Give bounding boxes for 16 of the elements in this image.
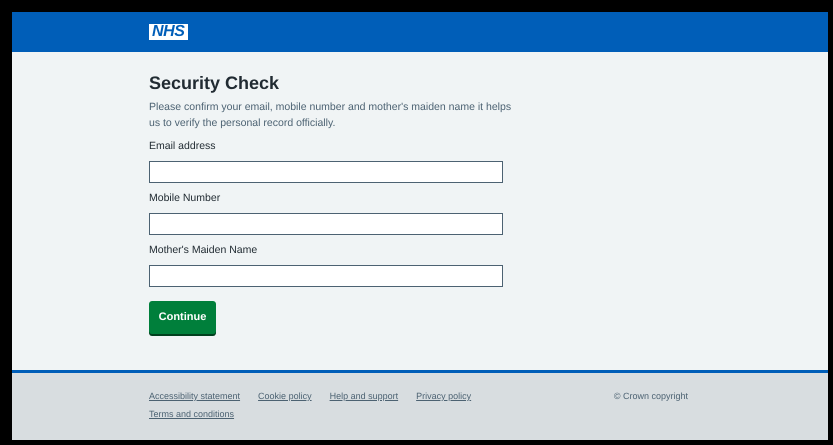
text-field[interactable] bbox=[149, 265, 503, 287]
footer-link[interactable]: Terms and conditions bbox=[149, 408, 234, 420]
text-field[interactable] bbox=[149, 161, 503, 183]
field-label: Email address bbox=[149, 139, 217, 153]
intro-text: Please confirm your email, mobile number and mother's maiden name it helps us to verify the personal record officially. bbox=[149, 100, 512, 131]
footer-link[interactable]: Accessibility statement bbox=[149, 390, 240, 402]
footer-link[interactable]: Cookie policy bbox=[258, 390, 312, 402]
text-field[interactable] bbox=[149, 213, 503, 235]
nhs-logo[interactable]: NHS bbox=[149, 24, 188, 40]
footer-link[interactable]: Privacy policy bbox=[416, 390, 472, 402]
footer-link[interactable]: Help and support bbox=[330, 390, 398, 402]
copyright-text: © Crown copyright bbox=[614, 390, 688, 403]
field-label: Mobile Number bbox=[149, 191, 222, 205]
field-label: Mother's Maiden Name bbox=[149, 243, 258, 257]
page-heading: Security Check bbox=[149, 72, 280, 94]
continue-button[interactable]: Continue bbox=[149, 301, 216, 334]
